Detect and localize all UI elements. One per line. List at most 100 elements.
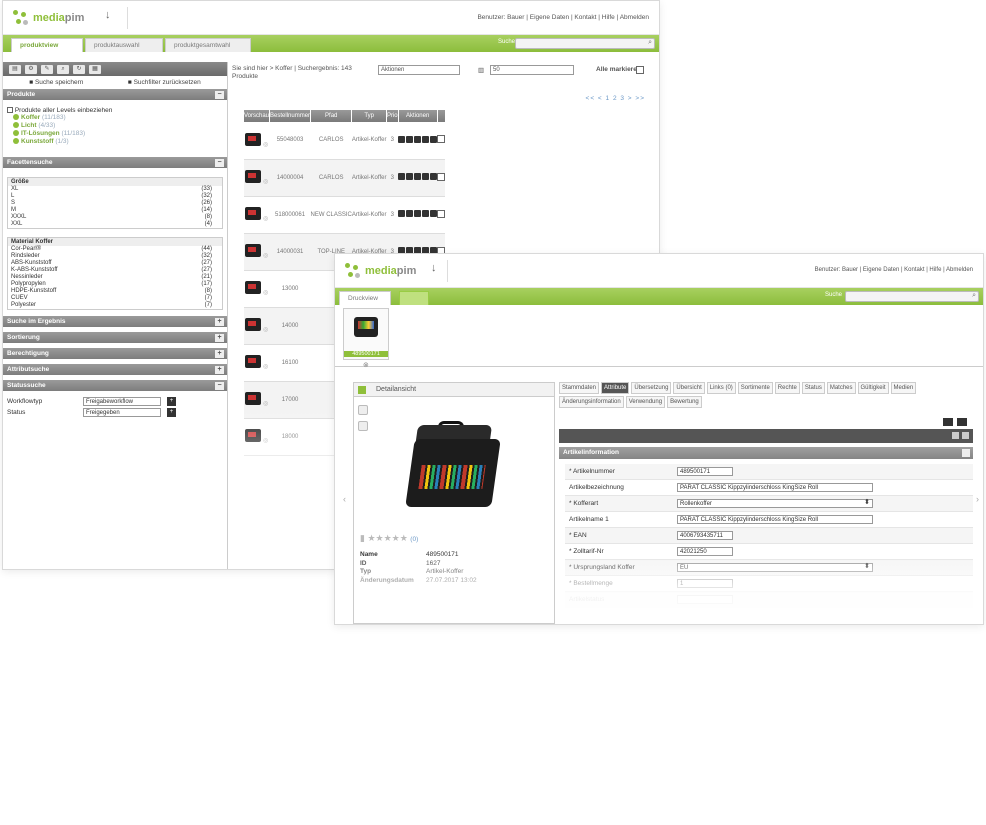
expand-icon[interactable]: + <box>215 318 224 326</box>
field-input[interactable]: 489500171 <box>677 467 733 476</box>
section-header[interactable]: Sortierung + <box>3 332 227 344</box>
tab-rechte[interactable]: Rechte <box>774 382 800 394</box>
facet-option[interactable]: S (26) <box>8 200 222 207</box>
action-icon[interactable] <box>422 135 430 143</box>
arrow-down-icon[interactable]: ↓ <box>105 9 111 21</box>
action-icon[interactable] <box>414 210 422 217</box>
collapse-icon[interactable]: − <box>215 159 224 167</box>
gear-icon[interactable]: ⚙ <box>25 64 37 74</box>
section-facettensuche[interactable]: Facettensuche − <box>3 157 227 169</box>
collapse-icon[interactable]: − <box>215 91 224 99</box>
preview-icon[interactable]: ◎ <box>263 327 268 333</box>
expand-icon[interactable]: + <box>215 334 224 342</box>
tree-item-licht[interactable]: Licht (4/33) <box>13 122 223 130</box>
column-header[interactable] <box>437 110 446 122</box>
facet-option[interactable]: XXL (4) <box>8 221 222 228</box>
row-actions[interactable] <box>398 210 438 217</box>
user-links[interactable]: Benutzer: Bauer | Eigene Daten | Kontakt… <box>477 14 649 21</box>
product-thumbnail[interactable] <box>245 170 262 183</box>
column-header[interactable]: Aktionen <box>398 110 438 122</box>
preview-icon[interactable]: ◎ <box>263 179 268 185</box>
row-actions[interactable] <box>398 135 438 143</box>
column-header[interactable]: Prio <box>386 110 399 122</box>
add-icon[interactable]: + <box>167 408 176 417</box>
action-icon[interactable] <box>422 210 430 217</box>
table-row[interactable]: ◎ 518000061 NEW CLASSIC Artikel-Koffer 3 <box>244 196 446 234</box>
preview-icon[interactable]: ◎ <box>263 364 268 370</box>
field-input[interactable]: 4006793435711 <box>677 531 733 540</box>
tab-extra[interactable] <box>399 291 429 305</box>
facet-option[interactable]: Polyester (7) <box>8 302 222 309</box>
section-header[interactable]: Suche im Ergebnis + <box>3 316 227 328</box>
next-arrow-icon[interactable]: › <box>976 494 979 504</box>
facet-option[interactable]: Cor-Pearl® (44) <box>8 246 222 253</box>
tab--bersicht[interactable]: Übersicht <box>673 382 705 394</box>
mark-all-checkbox[interactable] <box>636 66 644 74</box>
column-header[interactable]: Pfad <box>310 110 353 122</box>
tab-druckview[interactable]: Druckview <box>339 291 391 305</box>
search-icon[interactable]: ⌕ <box>57 64 69 74</box>
tab-sortimente[interactable]: Sortimente <box>737 382 773 394</box>
search-icon[interactable]: ⌕ <box>648 39 652 47</box>
tab--nderungsinformation[interactable]: Änderungsinformation <box>559 396 624 408</box>
facet-option[interactable]: CUEV (7) <box>8 295 222 302</box>
facet-option[interactable]: ABS-Kunststoff (27) <box>8 260 222 267</box>
expand-icon[interactable]: + <box>215 366 224 374</box>
tab--bersetzung[interactable]: Übersetzung <box>631 382 672 394</box>
action-icon[interactable] <box>398 210 406 217</box>
pagination[interactable]: << < 1 2 3 > >> <box>586 95 645 102</box>
preview-icon[interactable]: ◎ <box>263 253 268 259</box>
actions-select[interactable]: Aktionen <box>378 65 460 75</box>
row-checkbox[interactable] <box>437 135 446 144</box>
facet-option[interactable]: XL (33) <box>8 186 222 193</box>
tree-item-koffer[interactable]: Koffer (11/183) <box>13 114 223 122</box>
row-actions[interactable] <box>398 173 438 180</box>
action-icon[interactable] <box>414 135 422 143</box>
tree-item-it[interactable]: IT-Lösungen (11/183) <box>13 130 223 138</box>
expand-icon[interactable]: + <box>215 350 224 358</box>
action-icon[interactable] <box>430 210 438 217</box>
collapse-icon[interactable] <box>962 432 969 439</box>
facet-option[interactable]: XXXL (8) <box>8 214 222 221</box>
action-icon[interactable] <box>398 135 406 143</box>
section-header[interactable]: Berechtigung + <box>3 348 227 360</box>
facet-option[interactable]: Nessinleder (21) <box>8 274 222 281</box>
facet-option[interactable]: K-ABS-Kunststoff (27) <box>8 267 222 274</box>
add-icon[interactable]: + <box>167 397 176 406</box>
tab-verwendung[interactable]: Verwendung <box>625 396 666 408</box>
product-thumbnail[interactable] <box>245 355 262 368</box>
action-icon[interactable] <box>414 173 422 180</box>
row-checkbox[interactable] <box>437 209 446 218</box>
per-page-select[interactable]: 50 <box>490 65 574 75</box>
action-icon[interactable] <box>406 210 414 217</box>
field-input[interactable]: PARAT CLASSIC Kippzylinderschloss KingSi… <box>677 515 873 524</box>
tab-produktview[interactable]: produktview <box>11 38 83 52</box>
facet-option[interactable]: M (14) <box>8 207 222 214</box>
tab-status[interactable]: Status <box>801 382 825 394</box>
save-icon[interactable] <box>957 418 967 426</box>
tab-medien[interactable]: Medien <box>890 382 917 394</box>
gear-icon[interactable] <box>358 405 368 415</box>
search-icon[interactable]: ⌕ <box>972 292 976 300</box>
preview-icon[interactable]: ◎ <box>263 216 268 222</box>
expand-icon[interactable]: − <box>215 382 224 390</box>
list-view-icon[interactable]: ▥ <box>478 66 484 74</box>
arrow-down-icon[interactable]: ↓ <box>431 262 437 274</box>
collapse-icon[interactable] <box>962 449 970 457</box>
tab-stammdaten[interactable]: Stammdaten <box>559 382 600 394</box>
refresh-icon[interactable]: ↻ <box>73 64 85 74</box>
search-input[interactable]: ⌕ <box>515 38 655 49</box>
edit-icon[interactable] <box>943 418 953 426</box>
tab-bewertung[interactable]: Bewertung <box>667 396 702 408</box>
product-thumbnail[interactable] <box>245 281 262 294</box>
section-produkte[interactable]: Produkte − <box>3 89 227 101</box>
table-row[interactable]: ◎ 55048003 CARLOS Artikel-Koffer 3 <box>244 122 446 160</box>
section-header[interactable]: Attributsuche + <box>3 364 227 376</box>
product-thumbnail[interactable] <box>245 244 262 257</box>
tag-icon[interactable]: ✎ <box>41 64 53 74</box>
include-levels-checkbox[interactable] <box>7 107 13 113</box>
product-thumbnail[interactable] <box>245 392 262 405</box>
field-input[interactable]: PARAT CLASSIC Kippzylinderschloss KingSi… <box>677 483 873 492</box>
save-search-button[interactable]: Suche speichern <box>29 79 83 86</box>
product-thumbnail[interactable] <box>245 207 262 220</box>
